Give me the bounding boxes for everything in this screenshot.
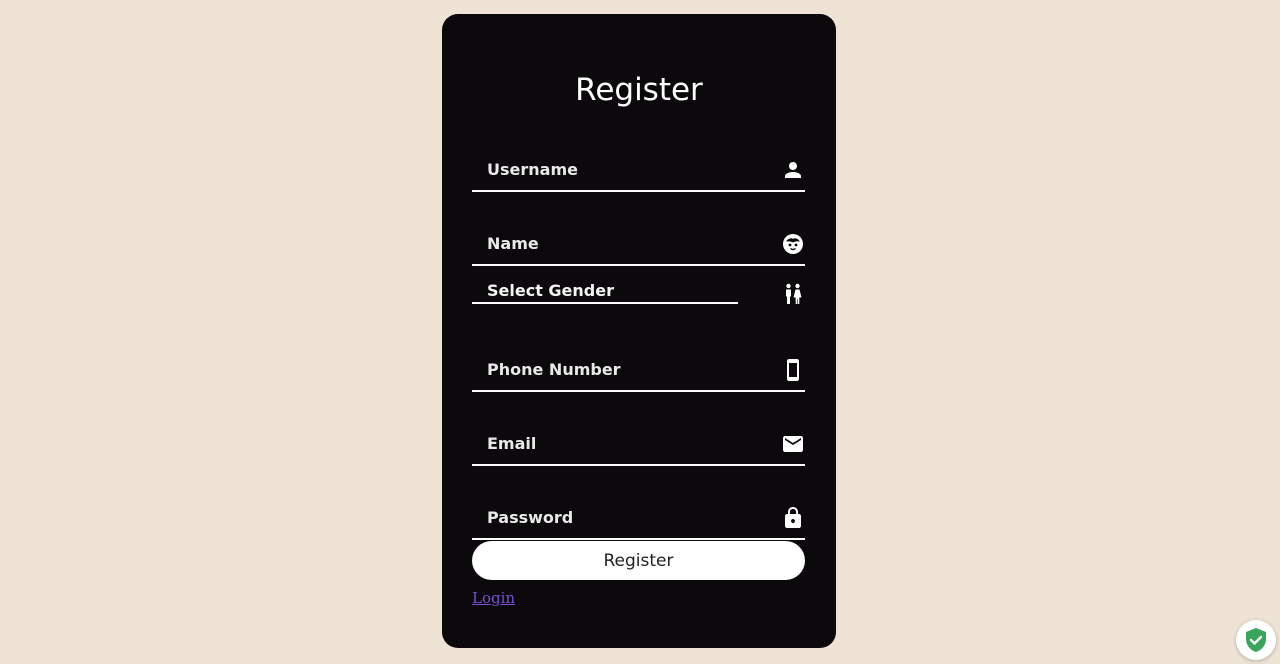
- name-input[interactable]: [472, 224, 757, 264]
- extension-badge[interactable]: [1236, 620, 1276, 660]
- password-input[interactable]: [472, 498, 757, 538]
- gender-select[interactable]: Select Gender: [472, 280, 738, 304]
- gender-select-value: Select Gender: [487, 281, 614, 300]
- lock-icon: [781, 506, 805, 530]
- shield-check-icon: [1246, 628, 1266, 652]
- email-input[interactable]: [472, 424, 757, 464]
- face-icon: [781, 232, 805, 256]
- username-input[interactable]: [472, 150, 757, 190]
- mail-icon: [781, 432, 805, 456]
- login-link[interactable]: Login: [472, 589, 515, 607]
- register-card: Register Select Gender: [442, 14, 836, 648]
- phone-input[interactable]: [472, 350, 757, 390]
- people-icon: [781, 282, 805, 306]
- register-button[interactable]: Register: [472, 541, 805, 580]
- email-field: [472, 424, 805, 466]
- username-field: [472, 150, 805, 192]
- name-field: [472, 224, 805, 266]
- phone-field: [472, 350, 805, 392]
- password-field: [472, 498, 805, 540]
- form-title: Register: [575, 72, 703, 108]
- person-icon: [781, 158, 805, 182]
- smartphone-icon: [781, 358, 805, 382]
